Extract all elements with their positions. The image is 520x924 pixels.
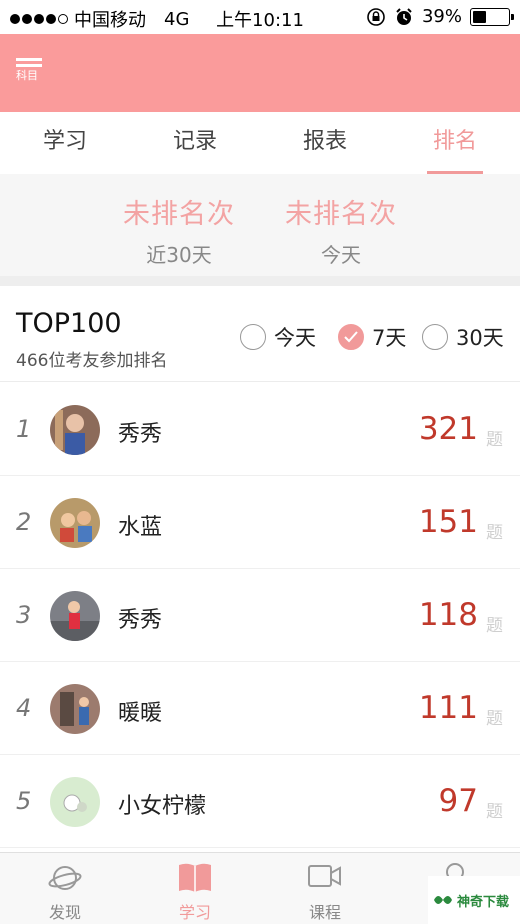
filter-label: 今天 [274, 326, 316, 350]
ranking-participants: 466位考友参加排名 [16, 351, 168, 371]
summary-rank-value: 未排名次 [285, 199, 397, 230]
question-count: 97 [438, 783, 478, 819]
radio-checked-icon [338, 324, 364, 350]
menu-icon [16, 58, 42, 61]
app-header: 科目 [0, 34, 520, 112]
tab-reports[interactable]: 报表 [260, 112, 390, 174]
ranking-header: TOP100 466位考友参加排名 今天 7天 30天 [0, 286, 520, 382]
ranking-row[interactable]: 4 暖暖 111 题 [0, 662, 520, 755]
user-name: 秀秀 [118, 608, 163, 633]
user-name: 水蓝 [118, 515, 163, 540]
question-unit: 题 [486, 616, 503, 636]
ranking-row[interactable]: 2 水蓝 151 题 [0, 476, 520, 569]
rank-summary: 未排名次 近30天 未排名次 今天 [0, 174, 520, 276]
rank-number: 3 [16, 601, 32, 629]
question-unit: 题 [486, 430, 503, 450]
avatar [50, 777, 100, 827]
user-name: 小女柠檬 [118, 794, 207, 819]
ranking-list: 1 秀秀 321 题 2 水蓝 151 题 3 秀秀 118 题 4 暖暖 11… [0, 383, 520, 848]
watermark-text: 神奇下载 [457, 894, 510, 910]
tab-records[interactable]: 记录 [130, 112, 260, 174]
summary-rank-value: 未排名次 [123, 199, 235, 230]
rank-number: 1 [16, 415, 32, 443]
radio-unchecked-icon [240, 324, 266, 350]
filter-label: 30天 [456, 326, 504, 350]
section-divider [0, 276, 520, 286]
radio-unchecked-icon [422, 324, 448, 350]
status-right: 39% [366, 6, 514, 27]
filter-30-days[interactable]: 30天 [422, 322, 504, 352]
summary-30-days: 未排名次 近30天 [99, 192, 259, 268]
avatar [50, 684, 100, 734]
question-count: 118 [418, 597, 478, 633]
book-icon [179, 863, 211, 892]
rank-number: 2 [16, 508, 32, 536]
user-name: 秀秀 [118, 422, 163, 447]
nav-label: 课程 [308, 903, 341, 922]
planet-icon [48, 866, 82, 890]
tab-study[interactable]: 学习 [0, 112, 130, 174]
battery-percent: 39% [421, 6, 462, 27]
question-unit: 题 [486, 709, 503, 729]
subject-menu-button[interactable]: 科目 [16, 58, 44, 90]
nav-discover[interactable]: 发现 [0, 853, 130, 924]
alarm-icon [396, 7, 412, 25]
summary-period-label: 近30天 [146, 243, 212, 267]
rank-number: 4 [16, 694, 32, 722]
avatar [50, 591, 100, 641]
nav-study[interactable]: 学习 [130, 853, 260, 924]
avatar [50, 498, 100, 548]
nav-label: 学习 [178, 903, 211, 922]
question-unit: 题 [486, 802, 503, 822]
filter-label: 7天 [372, 326, 407, 350]
question-count: 321 [418, 411, 478, 447]
question-count: 111 [418, 690, 478, 726]
user-name: 暖暖 [118, 701, 163, 726]
rank-number: 5 [16, 787, 32, 815]
tab-ranking[interactable]: 排名 [390, 112, 520, 174]
avatar [50, 405, 100, 455]
watermark: 神奇下载 [428, 876, 520, 924]
watermark-logo-icon [434, 896, 452, 904]
summary-today: 未排名次 今天 [261, 192, 421, 268]
status-bar: 中国移动 4G 上午10:11 39% [0, 0, 520, 34]
rotation-lock-icon [367, 7, 385, 26]
ranking-title: TOP100 [16, 308, 122, 339]
question-count: 151 [418, 504, 478, 540]
ranking-row[interactable]: 3 秀秀 118 题 [0, 569, 520, 662]
ranking-row[interactable]: 1 秀秀 321 题 [0, 383, 520, 476]
top-tabs: 学习 记录 报表 排名 [0, 112, 520, 174]
filter-today[interactable]: 今天 [240, 322, 316, 352]
menu-label: 科目 [16, 69, 38, 82]
nav-label: 发现 [48, 903, 81, 922]
battery-icon [470, 7, 514, 26]
nav-courses[interactable]: 课程 [260, 853, 390, 924]
ranking-row[interactable]: 5 小女柠檬 97 题 [0, 755, 520, 848]
summary-period-label: 今天 [321, 243, 361, 267]
question-unit: 题 [486, 523, 503, 543]
video-camera-icon [308, 865, 341, 887]
filter-7-days[interactable]: 7天 [338, 322, 406, 352]
